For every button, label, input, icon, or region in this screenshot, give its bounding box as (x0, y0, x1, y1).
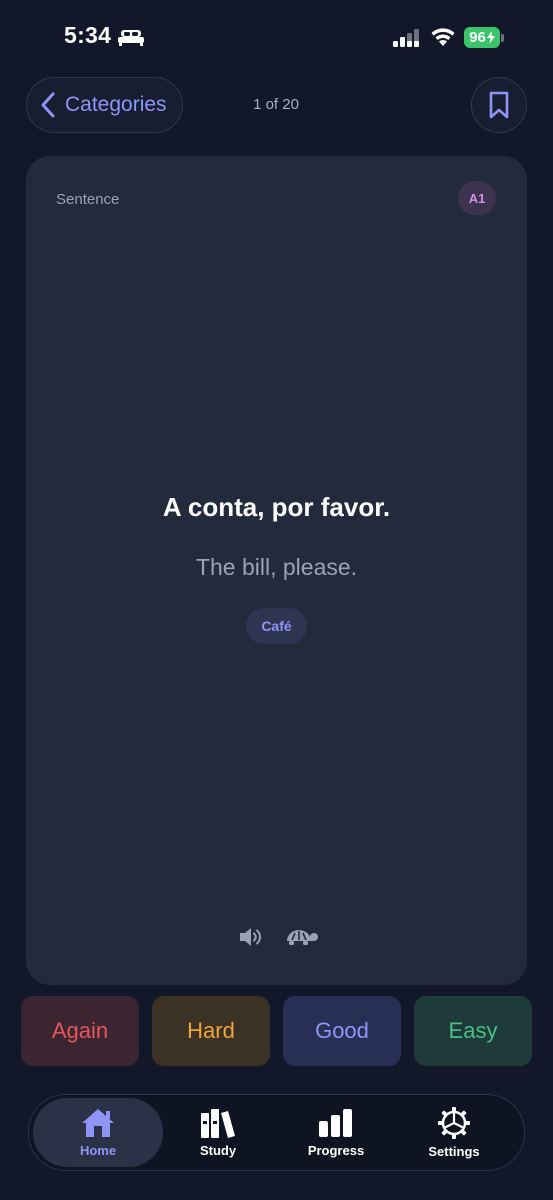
battery-cap (501, 33, 504, 42)
tab-progress[interactable]: Progress (271, 1098, 401, 1167)
tab-home-label: Home (79, 1143, 117, 1158)
translation-text: The bill, please. (195, 554, 358, 580)
flashcard-screen: 5:34 96 Categories 1 of 20 Sentence A1 A… (0, 0, 553, 1200)
status-time: 5:34 (64, 22, 112, 48)
bookmark-button[interactable] (471, 77, 527, 133)
answer-buttons: Again Hard Good Easy (21, 996, 533, 1066)
easy-button[interactable]: Easy (414, 996, 532, 1066)
again-button[interactable]: Again (21, 996, 139, 1066)
tab-home[interactable]: Home (33, 1098, 163, 1167)
bed-icon (118, 30, 144, 46)
tab-study[interactable]: Study (153, 1098, 283, 1167)
turtle-icon[interactable] (284, 925, 320, 947)
status-bar: 5:34 96 (0, 0, 553, 70)
card-counter: 1 of 20 (253, 96, 299, 113)
level-badge: A1 (458, 181, 496, 215)
hard-button[interactable]: Hard (152, 996, 270, 1066)
gear-icon (438, 1107, 470, 1139)
tab-settings[interactable]: Settings (389, 1098, 519, 1167)
tab-progress-label: Progress (307, 1143, 365, 1158)
charging-bolt-icon (486, 31, 495, 44)
phrase-text: A conta, por favor. (162, 492, 391, 522)
good-button[interactable]: Good (283, 996, 401, 1066)
back-label: Categories (65, 93, 167, 116)
house-icon (82, 1109, 114, 1137)
signal-icon (393, 29, 419, 47)
back-to-categories-button[interactable]: Categories (26, 77, 183, 133)
speaker-icon[interactable] (238, 926, 264, 948)
books-icon (201, 1109, 235, 1138)
flashcard[interactable]: Sentence A1 A conta, por favor. The bill… (26, 156, 527, 985)
tab-study-label: Study (199, 1143, 237, 1158)
bar-chart-icon (319, 1109, 352, 1137)
battery-level: 96 (464, 27, 500, 48)
chevron-left-icon (41, 92, 55, 118)
tab-settings-label: Settings (428, 1144, 480, 1159)
battery-charging-icon: 96 (464, 27, 504, 48)
tab-bar: Home Study Progress Settings (28, 1094, 525, 1171)
category-chip[interactable]: Café (246, 608, 307, 644)
card-type-label: Sentence (56, 191, 120, 208)
bookmark-icon (489, 91, 509, 119)
wifi-icon (431, 28, 455, 46)
battery-value: 96 (469, 29, 486, 46)
